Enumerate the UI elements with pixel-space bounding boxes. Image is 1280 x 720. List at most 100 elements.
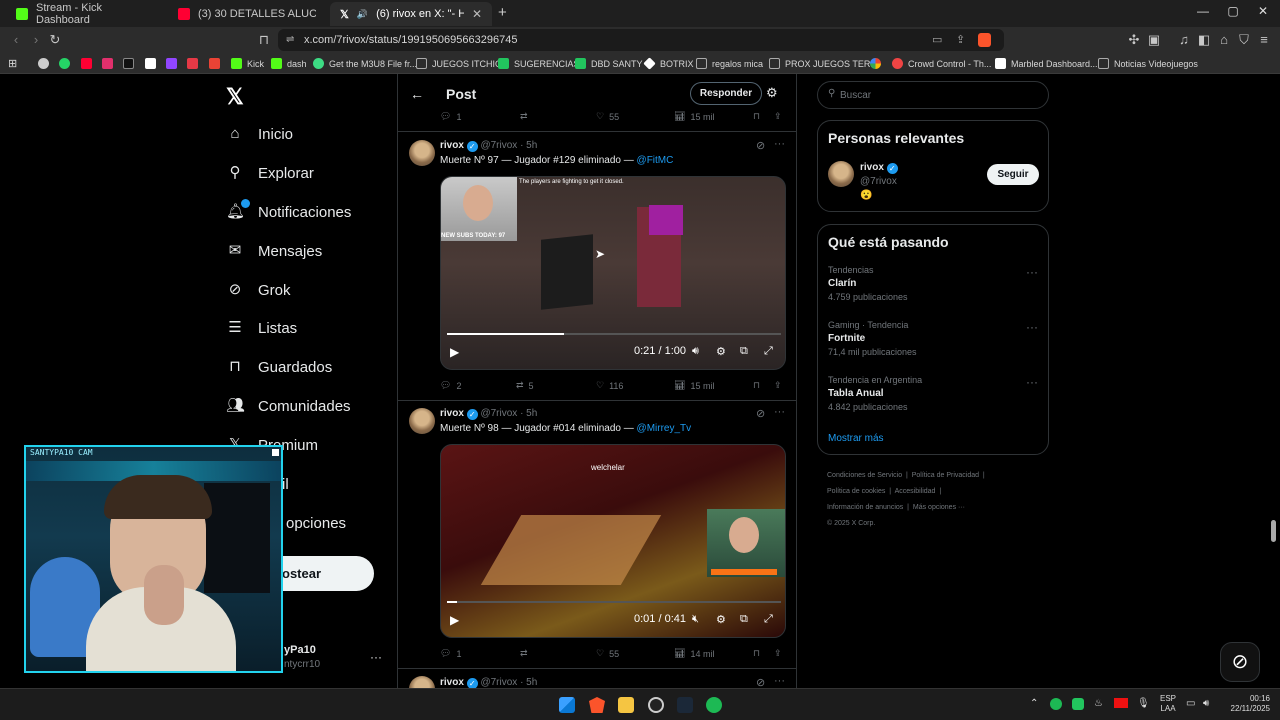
grok-post-icon[interactable]: ⊘ xyxy=(756,407,765,420)
repost-action[interactable]: ⇄ xyxy=(520,111,528,122)
extensions-icon[interactable]: ✣ xyxy=(1126,32,1142,48)
show-more-link[interactable]: Mostrar más xyxy=(828,433,884,444)
video-progress-track[interactable] xyxy=(447,601,781,603)
menu-icon[interactable]: ≡ xyxy=(1256,32,1272,48)
volume-icon[interactable]: 🔊︎ xyxy=(692,345,699,358)
tab-youtube[interactable]: (3) 30 DETALLES ALUCINANTES de Th xyxy=(168,2,328,26)
bookmark-kick[interactable]: Kick xyxy=(231,56,264,71)
split-view-icon[interactable]: ◧ xyxy=(1196,32,1212,48)
views-action[interactable]: 📊︎ 15 mil xyxy=(674,111,714,122)
tray-overflow-icon[interactable]: ⌃ xyxy=(1030,698,1038,709)
sidebar-item-mas-opciones[interactable]: opciones xyxy=(286,508,346,538)
trend-item[interactable]: Tendencias Clarín 4.759 publicaciones xyxy=(828,265,908,302)
back-arrow-icon[interactable]: ← xyxy=(410,86,424,102)
bookmark-prox-juegos[interactable]: PROX JUEGOS TER... xyxy=(769,56,878,71)
twitch-icon[interactable] xyxy=(166,56,177,71)
close-window-icon[interactable]: ✕ xyxy=(1248,4,1278,18)
media-icon[interactable]: ♫ xyxy=(1176,32,1192,48)
streamelements-icon[interactable] xyxy=(187,56,198,71)
address-bar[interactable]: ⇌ x.com/7rivox/status/199195069566329674… xyxy=(278,29,1004,51)
pip-icon[interactable]: ⧉ xyxy=(740,613,748,626)
footer-ads-link[interactable]: Información de anuncios xyxy=(827,504,903,511)
spotify-icon[interactable] xyxy=(706,697,722,713)
author-handle[interactable]: @7rivox · 5h xyxy=(480,140,537,151)
avatar[interactable] xyxy=(409,140,435,166)
footer-terms-link[interactable]: Condiciones de Servicio xyxy=(827,472,902,479)
post-more-icon[interactable]: ··· xyxy=(774,138,785,150)
like-action[interactable]: ♡ 116 xyxy=(596,380,623,391)
views-action[interactable]: 📊︎ 15 mil xyxy=(674,380,714,391)
sidebar-item-listas[interactable]: ☰ Listas xyxy=(226,313,297,343)
bookmark-m3u8[interactable]: Get the M3U8 File fr... xyxy=(313,56,417,71)
x-home-logo-icon[interactable]: 𝕏 xyxy=(226,84,244,110)
back-icon[interactable]: ‹ xyxy=(8,32,24,48)
avatar[interactable] xyxy=(409,676,435,688)
follow-button[interactable]: Seguir xyxy=(987,164,1039,185)
avatar[interactable] xyxy=(828,161,854,187)
search-bar[interactable]: ⚲ Buscar xyxy=(817,81,1049,109)
bookmark-action[interactable]: ⊓ xyxy=(753,648,760,659)
whatsapp-icon[interactable] xyxy=(59,56,70,71)
author-handle[interactable]: @7rivox · 5h xyxy=(480,677,537,688)
video-progress-track[interactable] xyxy=(447,333,781,335)
fullscreen-icon[interactable]: ⤢ xyxy=(764,345,773,358)
trend-more-icon[interactable]: ··· xyxy=(1026,320,1038,334)
account-menu-icon[interactable]: ··· xyxy=(370,650,382,664)
footer-accessibility-link[interactable]: Accesibilidad xyxy=(895,488,936,495)
close-tab-icon[interactable]: ✕ xyxy=(472,7,482,21)
trend-more-icon[interactable]: ··· xyxy=(1026,265,1038,279)
author-name[interactable]: rivox xyxy=(440,677,464,688)
cast-icon[interactable]: ▭ xyxy=(932,29,942,51)
trend-item[interactable]: Tendencia en Argentina Tabla Anual 4.842… xyxy=(828,375,922,412)
bookmark-sugerencias[interactable]: SUGERENCIAS xyxy=(498,56,580,71)
bookmark-botrix[interactable]: BOTRIX xyxy=(643,56,694,71)
site-settings-icon[interactable]: ⇌ xyxy=(286,29,294,51)
mention-link[interactable]: @FitMC xyxy=(637,155,674,166)
sidebar-item-perfil[interactable]: il xyxy=(282,469,289,499)
x-bookmark-icon[interactable] xyxy=(145,56,156,71)
bookmark-dbd-santy[interactable]: DBD SANTY xyxy=(575,56,643,71)
fullscreen-icon[interactable]: ⤢ xyxy=(764,613,773,626)
wallet-icon[interactable]: ⌂ xyxy=(1216,32,1232,48)
like-action[interactable]: ♡ 55 xyxy=(596,111,619,122)
microphone-icon[interactable]: 🎙︎ xyxy=(1137,698,1150,709)
tab-x-post[interactable]: 𝕏 🔊 (6) rivox en X: "- Hilo de las m ✕ xyxy=(330,2,492,26)
play-icon[interactable]: ▶ xyxy=(450,613,459,627)
views-action[interactable]: 📊︎ 14 mil xyxy=(674,648,714,659)
vpn-icon[interactable]: ⛉ xyxy=(1236,32,1252,48)
bookmark-action[interactable]: ⊓ xyxy=(753,111,760,122)
settings-sliders-icon[interactable]: ⚙ xyxy=(766,85,778,101)
bookmark-dash[interactable]: dash xyxy=(271,56,307,71)
network-icon[interactable]: ▭ xyxy=(1186,698,1195,709)
apps-icon[interactable]: ⊞ xyxy=(8,56,17,71)
bookmark-noticias[interactable]: Noticias Videojuegos xyxy=(1098,56,1198,71)
footer-cookies-link[interactable]: Política de cookies xyxy=(827,488,885,495)
footer-more-link[interactable]: Más opciones ··· xyxy=(913,504,965,511)
gmail-icon[interactable] xyxy=(209,56,220,71)
youtube-bookmark-icon[interactable] xyxy=(81,56,92,71)
sidebar-item-comunidades[interactable]: 👥︎ Comunidades xyxy=(226,391,351,421)
new-tab-button[interactable]: + xyxy=(498,4,507,21)
bookmark-regalos-mica[interactable]: regalos mica xyxy=(696,56,763,71)
bookmark-crowd-control[interactable]: Crowd Control - Th... xyxy=(892,56,991,71)
bookmark-marbled-dashboard[interactable]: Marbled Dashboard... xyxy=(995,56,1098,71)
grok-post-icon[interactable]: ⊘ xyxy=(756,676,765,688)
sidebar-item-grok[interactable]: ⊘ Grok xyxy=(226,275,291,305)
instagram-icon[interactable] xyxy=(102,56,113,71)
share-action[interactable]: ⇪ xyxy=(774,380,782,391)
tray-flag-icon[interactable] xyxy=(1114,698,1128,708)
author-name[interactable]: rivox xyxy=(440,140,464,151)
reply-action[interactable]: 💬︎ 2 xyxy=(440,380,461,391)
footer-privacy-link[interactable]: Política de Privacidad xyxy=(912,472,979,479)
bookmark-action[interactable]: ⊓ xyxy=(753,380,760,391)
author-name[interactable]: rivox xyxy=(440,408,464,419)
share-action[interactable]: ⇪ xyxy=(774,111,782,122)
bookmark-page-icon[interactable]: ⊓ xyxy=(256,32,272,48)
tray-app-icon[interactable] xyxy=(1072,698,1084,710)
clock[interactable]: 00:16 22/11/2025 xyxy=(1226,694,1270,714)
sidebar-panel-icon[interactable]: ▣ xyxy=(1146,32,1162,48)
bookmark-juegos-itchio[interactable]: JUEGOS ITCHIO xyxy=(416,56,502,71)
brave-taskbar-icon[interactable] xyxy=(589,697,605,713)
language-indicator[interactable]: ESP LAA xyxy=(1160,694,1176,714)
avatar[interactable] xyxy=(409,408,435,434)
